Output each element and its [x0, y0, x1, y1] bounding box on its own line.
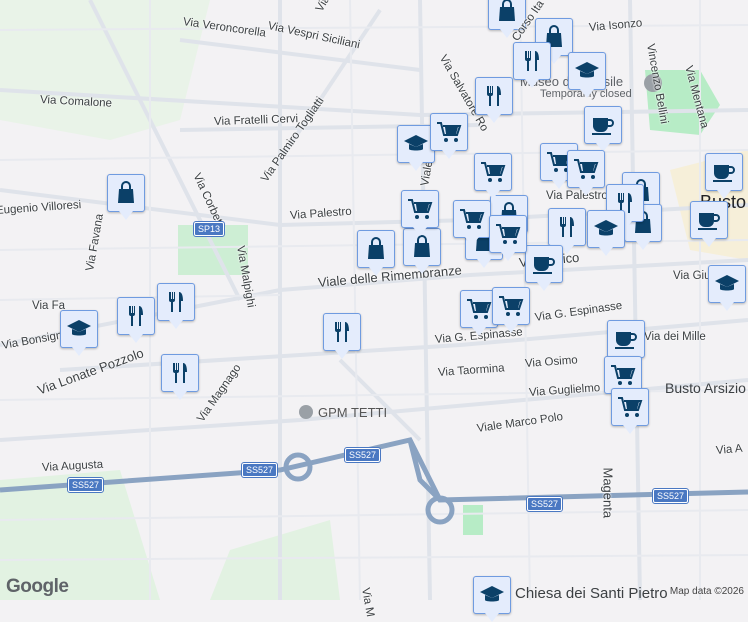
- supermarket-icon: [437, 122, 462, 142]
- supermarket-icon: [481, 162, 506, 182]
- restaurant-marker[interactable]: [117, 297, 155, 343]
- school-icon: [575, 62, 599, 78]
- supermarket-icon: [611, 365, 636, 385]
- school-marker[interactable]: [568, 52, 606, 98]
- shopping-bag-icon: [118, 181, 134, 203]
- school-marker[interactable]: [60, 310, 98, 356]
- supermarket-icon: [496, 224, 521, 244]
- road-shield: SS527: [651, 488, 690, 504]
- city-label: Busto Arsizio: [665, 380, 746, 396]
- map-base[interactable]: [0, 0, 748, 600]
- street-label: Via dei Mille: [644, 331, 706, 343]
- cafe-marker[interactable]: [690, 201, 728, 247]
- supermarket-icon: [467, 299, 492, 319]
- restaurant-marker[interactable]: [513, 42, 551, 88]
- cafe-icon: [592, 118, 614, 135]
- road-shield: SS527: [240, 462, 279, 478]
- shopping-bag-marker[interactable]: [357, 230, 395, 276]
- cafe-marker[interactable]: [607, 320, 645, 366]
- restaurant-marker[interactable]: [548, 208, 586, 254]
- shopping-bag-icon: [368, 237, 384, 259]
- shopping-bag-icon: [414, 235, 430, 257]
- shopping-bag-marker[interactable]: [107, 174, 145, 220]
- school-icon: [404, 135, 428, 151]
- school-icon: [715, 275, 739, 291]
- school-marker[interactable]: [708, 265, 746, 311]
- supermarket-marker[interactable]: [489, 215, 527, 261]
- supermarket-marker[interactable]: [567, 150, 605, 196]
- cafe-icon: [698, 213, 720, 230]
- restaurant-icon: [560, 217, 574, 237]
- restaurant-icon: [525, 51, 539, 71]
- road-shield: SS527: [343, 447, 382, 463]
- street-label: Magenta: [600, 467, 616, 519]
- street-label: Via Giu: [673, 270, 711, 282]
- school-icon: [67, 320, 91, 336]
- school-icon: [480, 586, 504, 602]
- church-label[interactable]: Chiesa dei Santi Pietro: [515, 585, 668, 602]
- cafe-marker[interactable]: [705, 153, 743, 199]
- road-shield: SS527: [525, 496, 564, 512]
- map-credit[interactable]: Map data ©2026: [670, 586, 744, 597]
- restaurant-icon: [169, 292, 183, 312]
- gpm-tetti-label[interactable]: GPM TETTI: [318, 405, 387, 420]
- supermarket-marker[interactable]: [611, 388, 649, 434]
- restaurant-marker[interactable]: [323, 313, 361, 359]
- restaurant-icon: [129, 306, 143, 326]
- supermarket-icon: [499, 296, 524, 316]
- supermarket-icon: [408, 199, 433, 219]
- supermarket-icon: [574, 159, 599, 179]
- supermarket-marker[interactable]: [492, 287, 530, 333]
- supermarket-marker[interactable]: [401, 190, 439, 236]
- restaurant-marker[interactable]: [157, 283, 195, 329]
- google-logo[interactable]: Google: [6, 576, 69, 598]
- school-marker[interactable]: [587, 210, 625, 256]
- street-label: Via A: [715, 442, 744, 457]
- school-marker[interactable]: [473, 576, 511, 622]
- cafe-marker[interactable]: [584, 106, 622, 152]
- cafe-marker[interactable]: [525, 245, 563, 291]
- supermarket-marker[interactable]: [474, 153, 512, 199]
- cafe-icon: [615, 332, 637, 349]
- shopping-bag-icon: [499, 0, 515, 21]
- road-shield: SP13: [192, 221, 226, 237]
- restaurant-marker[interactable]: [475, 77, 513, 123]
- supermarket-icon: [460, 209, 485, 229]
- restaurant-icon: [173, 363, 187, 383]
- restaurant-icon: [487, 86, 501, 106]
- street-label: Via Palestro: [546, 190, 608, 202]
- supermarket-marker[interactable]: [453, 200, 491, 246]
- supermarket-icon: [618, 397, 643, 417]
- road-shield: SS527: [66, 477, 105, 493]
- cafe-icon: [713, 165, 735, 182]
- school-icon: [594, 220, 618, 236]
- restaurant-icon: [335, 322, 349, 342]
- restaurant-marker[interactable]: [161, 354, 199, 400]
- cafe-icon: [533, 257, 555, 274]
- supermarket-marker[interactable]: [430, 113, 468, 159]
